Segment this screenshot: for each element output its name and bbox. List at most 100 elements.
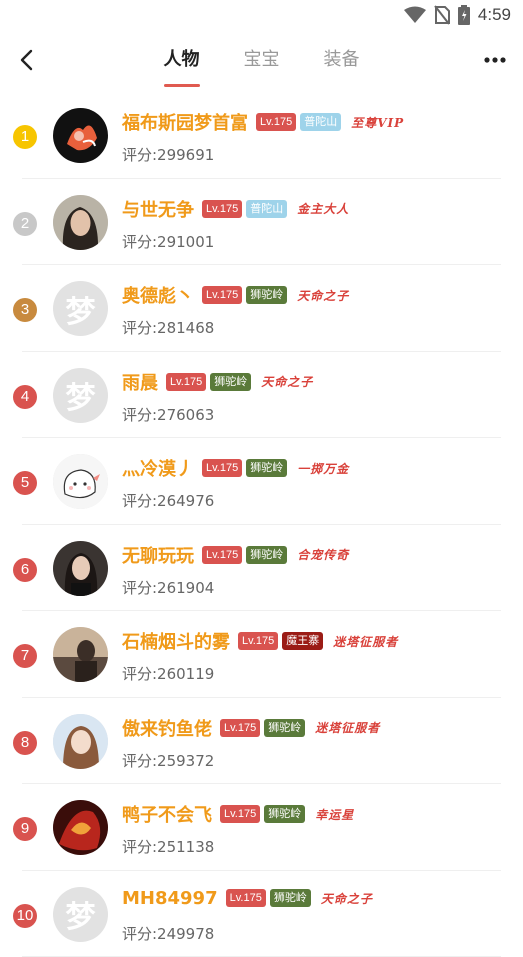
rank-badge: 2 [13, 212, 37, 236]
status-icons: 4:59 [404, 5, 511, 25]
ranking-row[interactable]: 8 傲来钓鱼佬 Lv.175 狮驼岭 迷塔征服者 评分:259372 [0, 698, 523, 785]
tab-pets[interactable]: 宝宝 [240, 30, 284, 90]
avatar[interactable]: 梦 [53, 281, 108, 336]
player-title: 至尊VIP [351, 114, 404, 131]
wifi-icon [404, 6, 426, 24]
rank-badge: 7 [13, 644, 37, 668]
sect-badge: 普陀山 [246, 200, 287, 218]
level-badge: Lv.175 [202, 200, 242, 218]
player-title: 迷塔征服者 [333, 633, 398, 650]
player-info-line: MH84997 Lv.175 狮驼岭 天命之子 [122, 888, 373, 909]
rank-badge: 3 [13, 298, 37, 322]
rank-badge: 6 [13, 558, 37, 582]
rank-badge: 8 [13, 731, 37, 755]
sect-badge: 普陀山 [300, 113, 341, 131]
player-title: 天命之子 [297, 287, 349, 304]
player-info-line: 傲来钓鱼佬 Lv.175 狮驼岭 迷塔征服者 [122, 715, 380, 741]
player-name: 灬冷漠丿 [122, 455, 194, 481]
level-badge: Lv.175 [220, 719, 260, 737]
sect-badge: 狮驼岭 [264, 805, 305, 823]
level-badge: Lv.175 [202, 286, 242, 304]
level-badge: Lv.175 [202, 459, 242, 477]
status-time: 4:59 [478, 5, 511, 25]
player-score: 评分:264976 [122, 490, 214, 511]
ranking-row[interactable]: 1 福布斯园梦首富 Lv.175 普陀山 至尊VIP 评分:299691 [0, 92, 523, 179]
level-badge: Lv.175 [202, 546, 242, 564]
sect-badge: 狮驼岭 [246, 546, 287, 564]
sect-badge: 狮驼岭 [270, 889, 311, 907]
player-score: 评分:276063 [122, 404, 214, 425]
avatar[interactable] [53, 627, 108, 682]
tab-characters[interactable]: 人物 [160, 30, 204, 90]
avatar[interactable] [53, 195, 108, 250]
tab-equipment[interactable]: 装备 [320, 30, 364, 90]
tab-bar: 人物 宝宝 装备 [0, 30, 523, 90]
ranking-row[interactable]: 10 梦 MH84997 Lv.175 狮驼岭 天命之子 评分:249978 [0, 871, 523, 957]
battery-icon [458, 5, 470, 25]
player-info-line: 无聊玩玩 Lv.175 狮驼岭 合宠传奇 [122, 542, 349, 568]
sect-badge: 狮驼岭 [246, 286, 287, 304]
player-info-line: 鸭子不会飞 Lv.175 狮驼岭 幸运星 [122, 801, 354, 827]
player-title: 迷塔征服者 [315, 719, 380, 736]
player-score: 评分:251138 [122, 836, 214, 857]
player-score: 评分:249978 [122, 923, 214, 944]
player-name: 奥德彪丶 [122, 282, 194, 308]
ranking-row[interactable]: 6 无聊玩玩 Lv.175 狮驼岭 合宠传奇 评分:261904 [0, 525, 523, 612]
avatar[interactable] [53, 108, 108, 163]
avatar[interactable] [53, 714, 108, 769]
player-title: 天命之子 [321, 890, 373, 907]
avatar[interactable]: 梦 [53, 368, 108, 423]
header: 人物 宝宝 装备 [0, 30, 523, 90]
ranking-list: 1 福布斯园梦首富 Lv.175 普陀山 至尊VIP 评分:299691 2 与… [0, 92, 523, 957]
avatar-placeholder-char: 梦 [66, 892, 96, 936]
rank-badge: 9 [13, 817, 37, 841]
level-badge: Lv.175 [256, 113, 296, 131]
player-info-line: 奥德彪丶 Lv.175 狮驼岭 天命之子 [122, 282, 349, 308]
level-badge: Lv.175 [166, 373, 206, 391]
sect-badge: 狮驼岭 [210, 373, 251, 391]
avatar[interactable]: 梦 [53, 887, 108, 942]
player-score: 评分:299691 [122, 144, 214, 165]
ranking-row[interactable]: 9 鸭子不会飞 Lv.175 狮驼岭 幸运星 评分:251138 [0, 784, 523, 871]
player-title: 合宠传奇 [297, 546, 349, 563]
player-score: 评分:281468 [122, 317, 214, 338]
player-title: 一掷万金 [297, 460, 349, 477]
rank-badge: 5 [13, 471, 37, 495]
player-title: 天命之子 [261, 373, 313, 390]
more-dots-icon [481, 46, 509, 74]
player-name: MH84997 [122, 888, 218, 909]
player-info-line: 灬冷漠丿 Lv.175 狮驼岭 一掷万金 [122, 455, 349, 481]
level-badge: Lv.175 [226, 889, 266, 907]
avatar[interactable] [53, 454, 108, 509]
player-name: 与世无争 [122, 196, 194, 222]
player-name: 鸭子不会飞 [122, 801, 212, 827]
rank-badge: 10 [13, 904, 37, 928]
player-name: 无聊玩玩 [122, 542, 194, 568]
player-score: 评分:291001 [122, 231, 214, 252]
avatar[interactable] [53, 541, 108, 596]
level-badge: Lv.175 [238, 632, 278, 650]
player-title: 金主大人 [297, 200, 349, 217]
player-score: 评分:259372 [122, 750, 214, 771]
player-name: 雨晨 [122, 369, 158, 395]
ranking-row[interactable]: 2 与世无争 Lv.175 普陀山 金主大人 评分:291001 [0, 179, 523, 266]
avatar-placeholder-char: 梦 [66, 287, 96, 331]
player-score: 评分:261904 [122, 577, 214, 598]
avatar-placeholder-char: 梦 [66, 373, 96, 417]
ranking-row[interactable]: 4 梦 雨晨 Lv.175 狮驼岭 天命之子 评分:276063 [0, 352, 523, 439]
sect-badge: 狮驼岭 [264, 719, 305, 737]
player-name: 福布斯园梦首富 [122, 109, 248, 135]
more-button[interactable] [481, 46, 509, 74]
status-bar: 4:59 [0, 0, 523, 30]
avatar[interactable] [53, 800, 108, 855]
rank-badge: 1 [13, 125, 37, 149]
ranking-row[interactable]: 7 石楠烟斗的雾 Lv.175 魔王寨 迷塔征服者 评分:260119 [0, 611, 523, 698]
rank-badge: 4 [13, 385, 37, 409]
player-info-line: 与世无争 Lv.175 普陀山 金主大人 [122, 196, 349, 222]
ranking-row[interactable]: 5 灬冷漠丿 Lv.175 狮驼岭 一掷万金 评分:264976 [0, 438, 523, 525]
player-info-line: 石楠烟斗的雾 Lv.175 魔王寨 迷塔征服者 [122, 628, 398, 654]
ranking-row[interactable]: 3 梦 奥德彪丶 Lv.175 狮驼岭 天命之子 评分:281468 [0, 265, 523, 352]
player-info-line: 雨晨 Lv.175 狮驼岭 天命之子 [122, 369, 313, 395]
sect-badge: 狮驼岭 [246, 459, 287, 477]
player-title: 幸运星 [315, 806, 354, 823]
